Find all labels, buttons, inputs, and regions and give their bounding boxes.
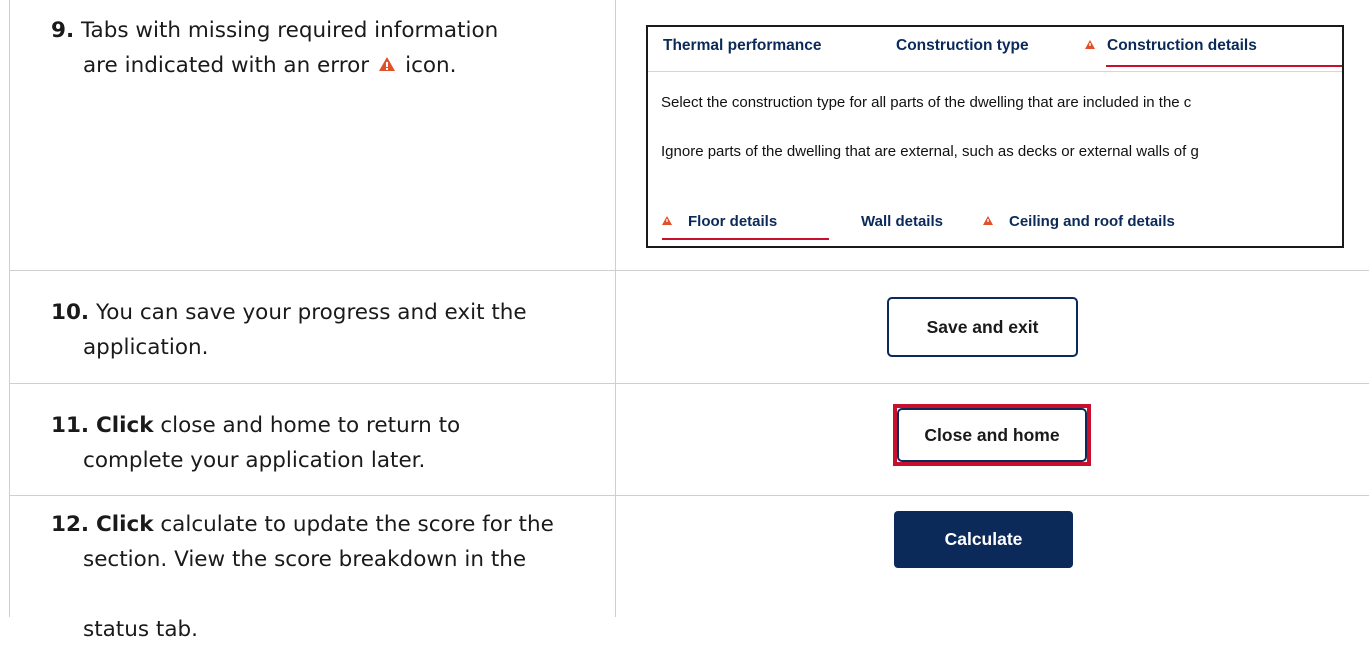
tab-label: Construction details	[1107, 37, 1257, 54]
step-line: close and home to return to	[160, 413, 461, 438]
subtab-floor-details[interactable]: Floor details	[662, 213, 777, 230]
step-line: section. View the score breakdown in the	[83, 547, 527, 572]
step-row-9: 9. Tabs with missing required informatio…	[10, 0, 1369, 271]
tabs-screenshot: Thermal performance Construction type Co…	[646, 25, 1344, 248]
step-emphasis: Click	[95, 512, 154, 537]
save-and-exit-button[interactable]: Save and exit	[887, 297, 1078, 357]
tab-thermal-performance[interactable]: Thermal performance	[663, 37, 822, 55]
close-and-home-button[interactable]: Close and home	[897, 408, 1087, 462]
step-number: 9.	[51, 18, 75, 43]
panel-instruction-2: Ignore parts of the dwelling that are ex…	[661, 143, 1199, 160]
active-tab-underline	[1106, 65, 1342, 67]
panel-instruction-1: Select the construction type for all par…	[661, 94, 1192, 111]
step-line: You can save your progress and exit the	[95, 300, 527, 325]
step-row-10: 10. You can save your progress and exit …	[10, 271, 1369, 384]
subtab-wall-details[interactable]: Wall details	[861, 213, 943, 230]
subtab-ceiling-roof-details[interactable]: Ceiling and roof details	[983, 213, 1175, 230]
step-line: are indicated with an error	[83, 53, 370, 78]
step-row-12: 12. Click calculate to update the score …	[10, 496, 1369, 642]
step-number: 12.	[51, 512, 90, 537]
step-10-text: 10. You can save your progress and exit …	[51, 295, 591, 365]
warning-triangle-icon	[1085, 40, 1095, 49]
step-line: Tabs with missing required information	[80, 18, 499, 43]
top-tab-bar: Thermal performance Construction type Co…	[648, 27, 1342, 72]
step-12-text: 12. Click calculate to update the score …	[51, 507, 591, 647]
step-line: calculate to update the score for the	[160, 512, 554, 537]
instruction-table: 9. Tabs with missing required informatio…	[9, 0, 1369, 642]
step-9-text: 9. Tabs with missing required informatio…	[51, 13, 591, 83]
step-number: 10.	[51, 300, 90, 325]
step-line: complete your application later.	[83, 448, 426, 473]
subtab-label: Floor details	[688, 213, 778, 230]
step-line: icon.	[405, 53, 457, 78]
tab-construction-details[interactable]: Construction details	[1085, 37, 1257, 55]
warning-triangle-icon	[983, 216, 993, 225]
step-line: application.	[83, 335, 209, 360]
step-11-text: 11. Click close and home to return to co…	[51, 408, 591, 478]
tab-construction-type[interactable]: Construction type	[896, 37, 1029, 55]
step-number: 11.	[51, 413, 90, 438]
warning-triangle-icon	[662, 216, 672, 225]
warning-triangle-icon	[379, 57, 396, 71]
step-line: status tab.	[83, 617, 198, 642]
calculate-button[interactable]: Calculate	[894, 511, 1073, 568]
subtab-label: Ceiling and roof details	[1009, 213, 1175, 230]
active-subtab-underline	[662, 238, 829, 240]
step-emphasis: Click	[95, 413, 154, 438]
step-row-11: 11. Click close and home to return to co…	[10, 384, 1369, 496]
